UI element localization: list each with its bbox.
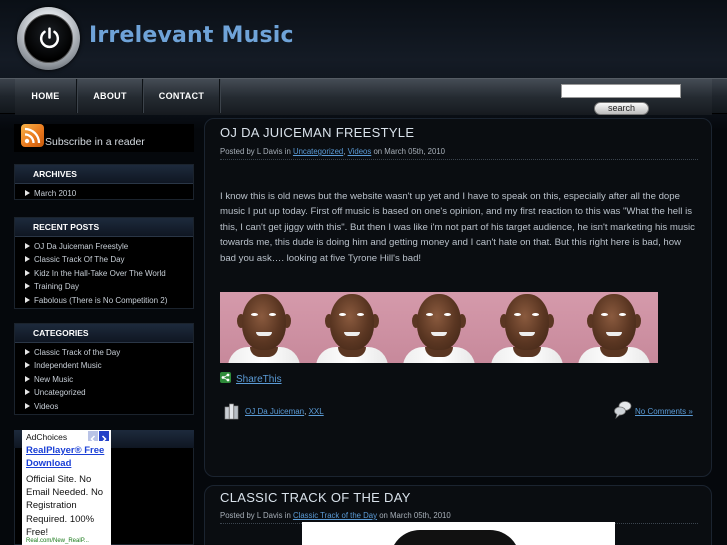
ad-unit[interactable]: AdChoices RealPlayer® Free Download Offi… [22, 430, 111, 545]
rss-glyph [24, 127, 41, 144]
power-icon [39, 27, 60, 49]
comment-icon [614, 401, 632, 419]
recent-posts-heading: RECENT POSTS [15, 218, 193, 237]
recent-post-label[interactable]: Kidz In the Hall-Take Over The World [34, 269, 166, 278]
archives-list: March 2010 [15, 184, 193, 204]
cap-image [390, 530, 520, 545]
arrow-right-icon [25, 269, 30, 276]
face-image [395, 292, 483, 363]
archive-item[interactable]: March 2010 [25, 187, 193, 200]
tag-link[interactable]: OJ Da Juiceman [245, 407, 304, 416]
logo-inner [24, 14, 73, 63]
arrow-right-icon [25, 256, 30, 263]
category-item[interactable]: Uncategorized [25, 386, 193, 399]
chevron-left-icon [90, 435, 96, 443]
tags-icon [224, 403, 239, 420]
recent-post-item[interactable]: Kidz In the Hall-Take Over The World [25, 267, 193, 280]
nav-item-about[interactable]: ABOUT [78, 79, 143, 113]
post-meta: Posted by L Davis in Classic Track of th… [220, 511, 451, 520]
post-author: Posted by L Davis in [220, 147, 291, 156]
share-link[interactable]: ShareThis [236, 374, 282, 385]
arrow-right-icon [25, 283, 30, 290]
category-label[interactable]: New Music [34, 375, 73, 384]
post-image[interactable] [220, 292, 658, 363]
arrow-right-icon [25, 349, 30, 355]
category-item[interactable]: New Music [25, 373, 193, 386]
recent-post-item[interactable]: Fabolous (There is No Competition 2) [25, 294, 193, 307]
recent-post-item[interactable]: OJ Da Juiceman Freestyle [25, 240, 193, 253]
recent-post-item[interactable]: Training Day [25, 280, 193, 293]
face-image [307, 292, 396, 363]
rss-icon[interactable] [21, 124, 44, 147]
post-tags: OJ Da Juiceman, XXL [245, 407, 324, 416]
archive-item-label[interactable]: March 2010 [34, 189, 76, 198]
site-logo[interactable] [17, 7, 80, 70]
arrow-right-icon [25, 243, 30, 249]
share-this[interactable]: ShareThis [220, 372, 282, 385]
category-item[interactable]: Independent Music [25, 359, 193, 372]
ad-next-icon[interactable] [99, 431, 109, 443]
face-image [570, 292, 658, 363]
ad-choices-label[interactable]: AdChoices [26, 432, 67, 442]
ad-headline[interactable]: RealPlayer® Free Download [26, 444, 110, 470]
search-button[interactable]: search [594, 102, 649, 115]
comments-link[interactable]: No Comments » [635, 407, 693, 416]
face-image [482, 292, 571, 363]
share-icon [220, 372, 231, 383]
post-title[interactable]: OJ DA JUICEMAN FREESTYLE [220, 125, 414, 140]
post-image[interactable] [302, 522, 615, 545]
category-label[interactable]: Independent Music [34, 361, 102, 370]
divider [220, 159, 698, 160]
post-date: on March 05th, 2010 [379, 511, 451, 520]
post-body: I know this is old news but the website … [220, 191, 695, 264]
post-article: CLASSIC TRACK OF THE DAY Posted by L Dav… [204, 485, 712, 545]
ad-prev-icon[interactable] [88, 431, 98, 443]
categories-widget: CATEGORIES Classic Track of the Day Inde… [14, 323, 194, 415]
category-label[interactable]: Videos [34, 402, 58, 411]
rss-label[interactable]: Subscribe in a reader [45, 136, 145, 148]
post-category-link[interactable]: Videos [348, 147, 372, 156]
post-title[interactable]: CLASSIC TRACK OF THE DAY [220, 490, 411, 505]
recent-post-label[interactable]: Training Day [34, 282, 79, 291]
site-header: Irrelevant Music [0, 0, 727, 78]
archives-heading: ARCHIVES [15, 165, 193, 184]
recent-post-label[interactable]: Fabolous (There is No Competition 2) [34, 296, 167, 305]
arrow-right-icon [25, 362, 30, 369]
post-author: Posted by L Davis in [220, 511, 291, 520]
archives-widget: ARCHIVES March 2010 [14, 164, 194, 200]
arrow-right-icon [25, 375, 30, 382]
search-input[interactable] [561, 84, 681, 98]
recent-post-item[interactable]: Classic Track Of The Day [25, 253, 193, 266]
face-image [220, 292, 308, 363]
page: Irrelevant Music HOME ABOUT CONTACT sear… [0, 0, 727, 545]
category-item[interactable]: Videos [25, 400, 193, 413]
chevron-right-icon [101, 435, 107, 443]
arrow-right-icon [25, 402, 30, 409]
arrow-right-icon [25, 190, 30, 196]
site-title[interactable]: Irrelevant Music [89, 23, 294, 48]
arrow-right-icon [25, 389, 30, 396]
category-label[interactable]: Classic Track of the Day [34, 348, 120, 357]
category-item[interactable]: Classic Track of the Day [25, 346, 193, 359]
post-date: on March 05th, 2010 [373, 147, 445, 156]
arrow-right-icon [25, 296, 30, 303]
post-meta: Posted by L Davis in Uncategorized, Vide… [220, 147, 445, 156]
ad-body: Official Site. No Email Needed. No Regis… [26, 474, 104, 538]
post-article: OJ DA JUICEMAN FREESTYLE Posted by L Dav… [204, 118, 712, 477]
category-label[interactable]: Uncategorized [34, 388, 86, 397]
recent-post-label[interactable]: Classic Track Of The Day [34, 255, 125, 264]
ad-url[interactable]: Real.com/New_RealP... [26, 538, 89, 544]
categories-list: Classic Track of the Day Independent Mus… [15, 343, 193, 417]
recent-post-label[interactable]: OJ Da Juiceman Freestyle [34, 242, 128, 251]
tag-link[interactable]: XXL [309, 407, 324, 416]
nav-item-contact[interactable]: CONTACT [144, 79, 220, 113]
post-category-link[interactable]: Classic Track of the Day [293, 511, 377, 520]
rss-subscribe[interactable]: Subscribe in a reader [14, 124, 194, 152]
nav-item-home[interactable]: HOME [15, 79, 77, 113]
recent-posts-widget: RECENT POSTS OJ Da Juiceman Freestyle Cl… [14, 217, 194, 309]
post-category-link[interactable]: Uncategorized [293, 147, 343, 156]
categories-heading: CATEGORIES [15, 324, 193, 343]
recent-posts-list: OJ Da Juiceman Freestyle Classic Track O… [15, 237, 193, 311]
